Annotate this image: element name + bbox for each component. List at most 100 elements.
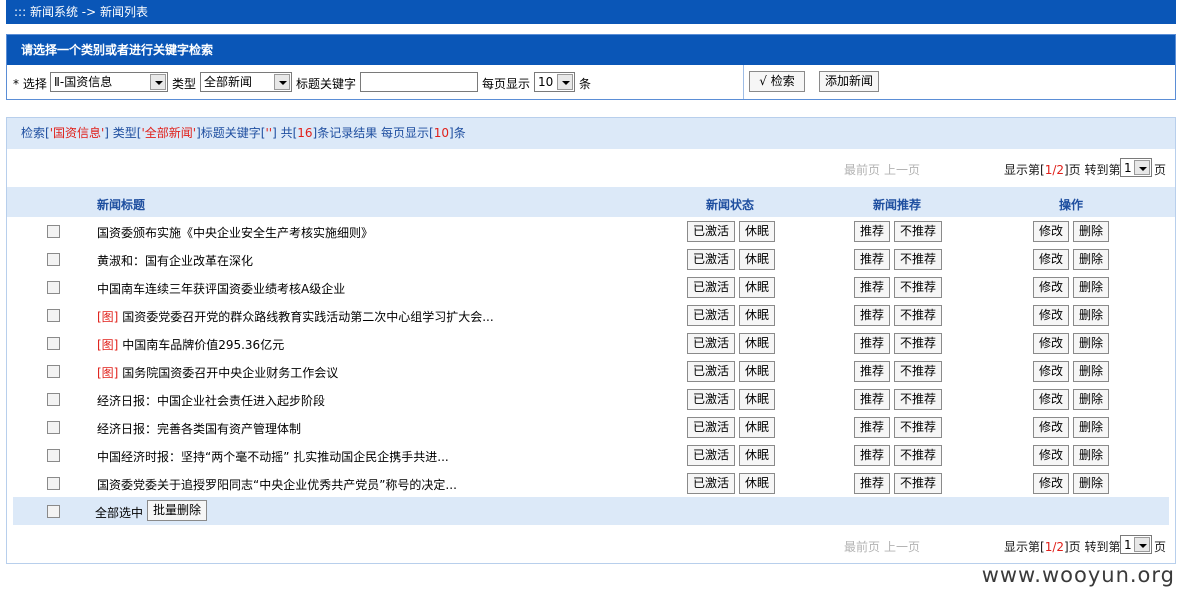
activated-button[interactable]: 已激活 <box>687 305 735 326</box>
recommend-button[interactable]: 推荐 <box>854 361 890 382</box>
delete-button[interactable]: 删除 <box>1073 277 1109 298</box>
delete-button[interactable]: 删除 <box>1073 361 1109 382</box>
unrecommend-button[interactable]: 不推荐 <box>894 277 942 298</box>
news-title-link[interactable]: 中国南车连续三年获评国资委业绩考核A级企业 <box>97 280 345 297</box>
watermark: www.wooyun.org <box>981 563 1175 587</box>
unrecommend-button[interactable]: 不推荐 <box>894 221 942 242</box>
news-title-link[interactable]: 国资委颁布实施《中央企业安全生产考核实施细则》 <box>97 224 373 241</box>
recommend-button[interactable]: 推荐 <box>854 249 890 270</box>
delete-button[interactable]: 删除 <box>1073 305 1109 326</box>
sleep-button[interactable]: 休眠 <box>739 249 775 270</box>
activated-button[interactable]: 已激活 <box>687 445 735 466</box>
activated-button[interactable]: 已激活 <box>687 361 735 382</box>
row-checkbox[interactable] <box>47 225 60 238</box>
prev-page-link[interactable]: 上一页 <box>884 161 920 178</box>
unrecommend-button[interactable]: 不推荐 <box>894 445 942 466</box>
sleep-button[interactable]: 休眠 <box>739 305 775 326</box>
recommend-button[interactable]: 推荐 <box>854 333 890 354</box>
activated-button[interactable]: 已激活 <box>687 277 735 298</box>
row-checkbox[interactable] <box>47 281 60 294</box>
goto-page-select[interactable]: 1 <box>1120 158 1152 177</box>
news-title-link[interactable]: 经济日报：中国企业社会责任进入起步阶段 <box>97 392 325 409</box>
news-title-link[interactable]: 黄淑和：国有企业改革在深化 <box>97 252 253 269</box>
activated-button[interactable]: 已激活 <box>687 249 735 270</box>
activated-button[interactable]: 已激活 <box>687 417 735 438</box>
edit-button[interactable]: 修改 <box>1033 221 1069 242</box>
recommend-button[interactable]: 推荐 <box>854 417 890 438</box>
news-title-link[interactable]: 国资委党委关于追授罗阳同志“中央企业优秀共产党员”称号的决定... <box>97 476 457 493</box>
unrecommend-button[interactable]: 不推荐 <box>894 333 942 354</box>
sleep-button[interactable]: 休眠 <box>739 221 775 242</box>
news-title-link[interactable]: [图] 国资委党委召开党的群众路线教育实践活动第二次中心组学习扩大会... <box>97 308 494 325</box>
delete-button[interactable]: 删除 <box>1073 473 1109 494</box>
sleep-button[interactable]: 休眠 <box>739 333 775 354</box>
sleep-button[interactable]: 休眠 <box>739 417 775 438</box>
row-checkbox[interactable] <box>47 449 60 462</box>
edit-button[interactable]: 修改 <box>1033 305 1069 326</box>
prev-page-link[interactable]: 上一页 <box>884 538 920 555</box>
search-button[interactable]: √ 检索 <box>749 71 805 92</box>
edit-button[interactable]: 修改 <box>1033 361 1069 382</box>
row-checkbox[interactable] <box>47 365 60 378</box>
edit-button[interactable]: 修改 <box>1033 389 1069 410</box>
row-checkbox[interactable] <box>47 253 60 266</box>
sleep-button[interactable]: 休眠 <box>739 389 775 410</box>
goto-page-select[interactable]: 1 <box>1120 535 1152 554</box>
select-all-label: 全部选中 <box>95 506 144 520</box>
edit-button[interactable]: 修改 <box>1033 249 1069 270</box>
unrecommend-button[interactable]: 不推荐 <box>894 361 942 382</box>
row-checkbox[interactable] <box>47 337 60 350</box>
image-tag: [图] <box>97 310 119 324</box>
news-title-link[interactable]: 中国经济时报：坚持“两个毫不动摇” 扎实推动国企民企携手共进... <box>97 448 449 465</box>
sleep-button[interactable]: 休眠 <box>739 445 775 466</box>
delete-button[interactable]: 删除 <box>1073 445 1109 466</box>
category-select[interactable]: Ⅱ-国资信息 <box>50 72 168 92</box>
edit-button[interactable]: 修改 <box>1033 417 1069 438</box>
delete-button[interactable]: 删除 <box>1073 249 1109 270</box>
type-select[interactable]: 全部新闻 <box>200 72 292 92</box>
sleep-button[interactable]: 休眠 <box>739 277 775 298</box>
recommend-button[interactable]: 推荐 <box>854 445 890 466</box>
page-unit: 页 <box>1154 540 1167 554</box>
news-title-link[interactable]: [图] 国务院国资委召开中央企业财务工作会议 <box>97 364 338 381</box>
chevron-down-icon <box>557 74 573 90</box>
recommend-button[interactable]: 推荐 <box>854 389 890 410</box>
edit-button[interactable]: 修改 <box>1033 277 1069 298</box>
table-row: 国资委党委关于追授罗阳同志“中央企业优秀共产党员”称号的决定... 已激活 休眠… <box>13 469 1169 497</box>
delete-button[interactable]: 删除 <box>1073 221 1109 242</box>
recommend-button[interactable]: 推荐 <box>854 305 890 326</box>
first-page-link[interactable]: 最前页 <box>844 161 880 178</box>
recommend-button[interactable]: 推荐 <box>854 473 890 494</box>
unrecommend-button[interactable]: 不推荐 <box>894 389 942 410</box>
first-page-link[interactable]: 最前页 <box>844 538 880 555</box>
recommend-button[interactable]: 推荐 <box>854 221 890 242</box>
sleep-button[interactable]: 休眠 <box>739 473 775 494</box>
unrecommend-button[interactable]: 不推荐 <box>894 249 942 270</box>
activated-button[interactable]: 已激活 <box>687 473 735 494</box>
delete-button[interactable]: 删除 <box>1073 417 1109 438</box>
activated-button[interactable]: 已激活 <box>687 221 735 242</box>
row-checkbox[interactable] <box>47 421 60 434</box>
select-all-checkbox[interactable] <box>47 505 60 518</box>
batch-delete-button[interactable]: 批量删除 <box>147 500 207 521</box>
activated-button[interactable]: 已激活 <box>687 389 735 410</box>
delete-button[interactable]: 删除 <box>1073 389 1109 410</box>
row-checkbox[interactable] <box>47 393 60 406</box>
keyword-input[interactable] <box>360 72 478 92</box>
delete-button[interactable]: 删除 <box>1073 333 1109 354</box>
row-checkbox[interactable] <box>47 309 60 322</box>
edit-button[interactable]: 修改 <box>1033 445 1069 466</box>
per-page-select[interactable]: 10 <box>534 72 575 92</box>
sleep-button[interactable]: 休眠 <box>739 361 775 382</box>
news-title-link[interactable]: [图] 中国南车品牌价值295.36亿元 <box>97 336 284 353</box>
recommend-button[interactable]: 推荐 <box>854 277 890 298</box>
add-news-button[interactable]: 添加新闻 <box>819 71 879 92</box>
activated-button[interactable]: 已激活 <box>687 333 735 354</box>
unrecommend-button[interactable]: 不推荐 <box>894 305 942 326</box>
unrecommend-button[interactable]: 不推荐 <box>894 417 942 438</box>
row-checkbox[interactable] <box>47 477 60 490</box>
unrecommend-button[interactable]: 不推荐 <box>894 473 942 494</box>
edit-button[interactable]: 修改 <box>1033 333 1069 354</box>
edit-button[interactable]: 修改 <box>1033 473 1069 494</box>
news-title-link[interactable]: 经济日报：完善各类国有资产管理体制 <box>97 420 301 437</box>
